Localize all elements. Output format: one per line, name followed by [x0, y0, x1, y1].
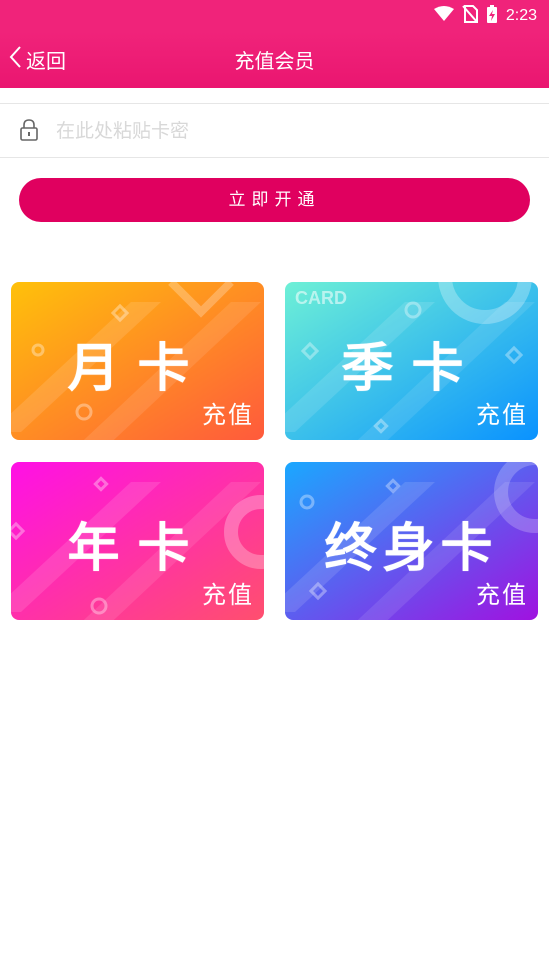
page-title: 充值会员	[234, 49, 315, 73]
lifetime-card[interactable]: 终身卡 充值	[285, 462, 538, 620]
status-time: 2:23	[505, 7, 537, 24]
card-key-row	[0, 104, 549, 158]
battery-charging-icon	[486, 4, 498, 29]
card-title: 终身卡	[324, 519, 499, 579]
app-header: 返回 充值会员	[0, 32, 549, 88]
card-key-input[interactable]	[56, 114, 526, 148]
quarterly-card[interactable]: CARD 季卡 充值	[285, 282, 538, 440]
card-subtitle: 充值	[476, 401, 528, 429]
card-title: 季卡	[341, 339, 482, 399]
activate-button[interactable]: 立即开通	[19, 178, 530, 222]
card-tag: CARD	[295, 288, 347, 308]
card-subtitle: 充值	[202, 581, 254, 609]
wifi-icon	[433, 5, 454, 27]
status-icons: 2:23	[433, 4, 537, 29]
no-sim-icon	[462, 4, 478, 28]
status-bar: 2:23	[0, 0, 549, 32]
card-title: 年卡	[67, 519, 208, 579]
card-title: 月卡	[67, 339, 208, 399]
monthly-card[interactable]: 月卡 充值	[11, 282, 264, 440]
yearly-card[interactable]: 年卡 充值	[11, 462, 264, 620]
card-subtitle: 充值	[202, 401, 254, 429]
lock-icon	[18, 118, 40, 142]
card-subtitle: 充值	[476, 581, 528, 609]
